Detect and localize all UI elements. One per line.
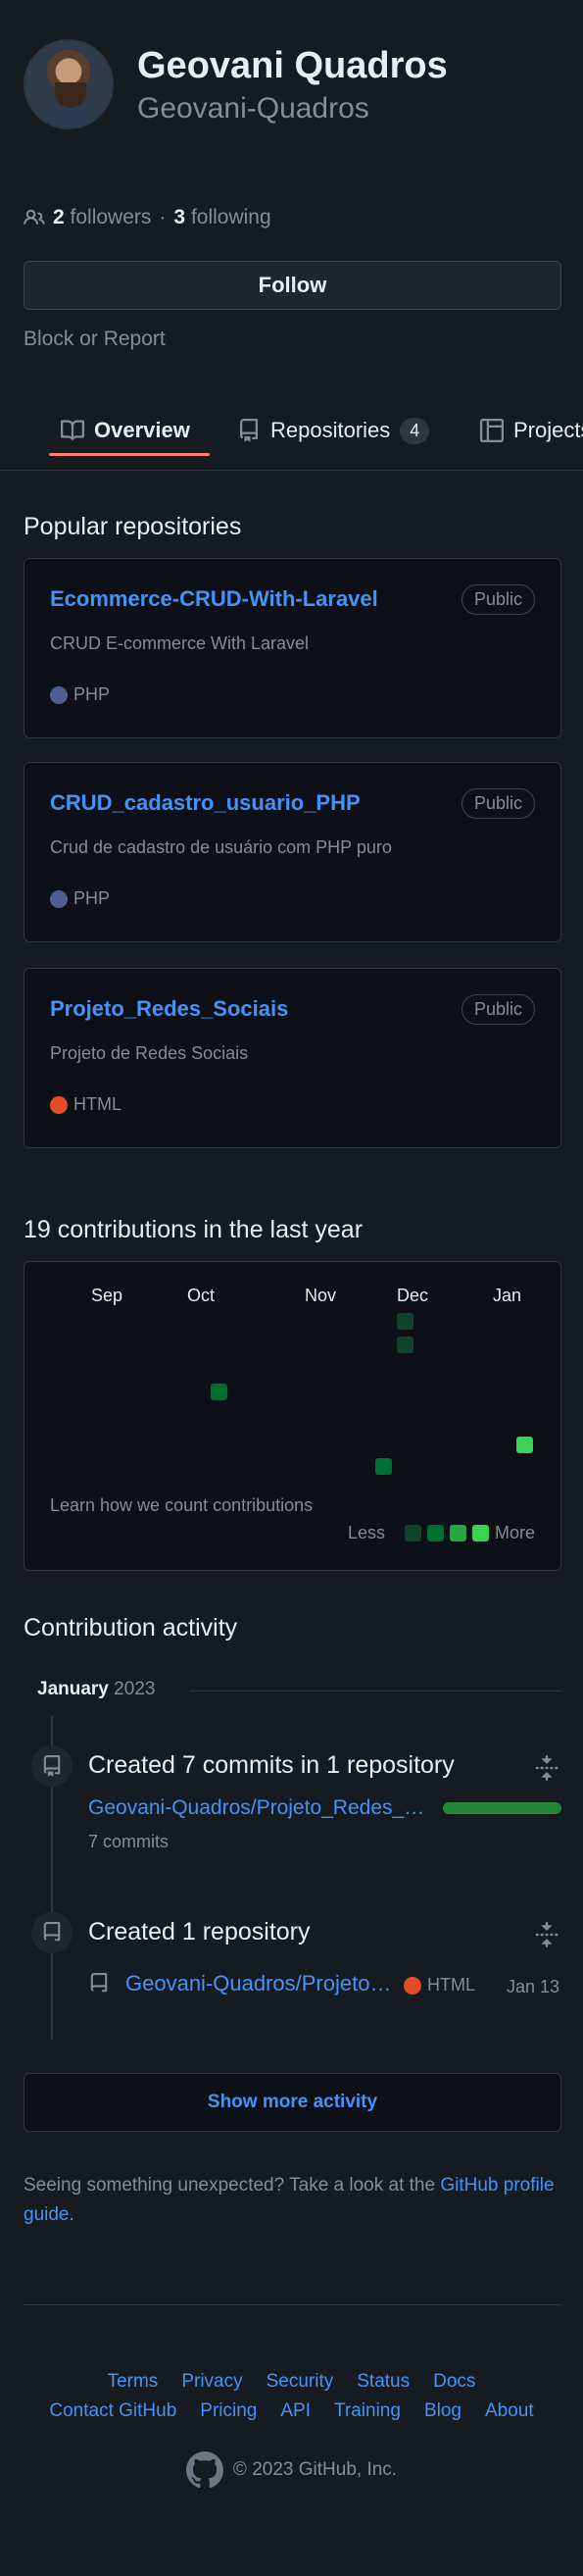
tab-overview-label: Overview	[94, 418, 190, 442]
avatar[interactable]	[24, 39, 114, 129]
learn-contributions-link[interactable]: Learn how we count contributions	[50, 1495, 313, 1516]
footer-copyright: © 2023 GitHub, Inc.	[0, 2451, 583, 2489]
tab-repositories-label: Repositories	[270, 418, 391, 442]
profile-header: Geovani Quadros Geovani-Quadros	[24, 39, 559, 137]
unexpected-notice: Seeing something unexpected? Take a look…	[24, 2175, 555, 2225]
footer-link-security[interactable]: Security	[267, 2371, 334, 2393]
footer-link-blog[interactable]: Blog	[424, 2400, 462, 2422]
commit-icon	[31, 1745, 73, 1787]
fold-icon[interactable]	[534, 1755, 559, 1781]
legend-cell	[426, 1525, 444, 1541]
footer-link-status[interactable]: Status	[357, 2371, 410, 2393]
footer-link-pricing[interactable]: Pricing	[200, 2400, 257, 2422]
visibility-badge: Public	[461, 994, 535, 1025]
legend-cell	[471, 1525, 489, 1541]
visibility-badge: Public	[461, 584, 535, 615]
activity-date: Jan 13	[506, 1977, 559, 1996]
profile-name: Geovani Quadros	[137, 45, 448, 86]
footer-divider	[24, 2304, 561, 2305]
following-link[interactable]: 3 following	[173, 206, 270, 229]
popular-repos-title: Popular repositories	[24, 513, 242, 540]
profile-login: Geovani-Quadros	[137, 92, 369, 125]
footer-link-about[interactable]: About	[485, 2400, 534, 2422]
contribution-day[interactable]	[211, 1384, 227, 1400]
repositories-count: 4	[400, 417, 430, 444]
book-icon	[61, 420, 84, 440]
tab-repositories[interactable]: Repositories 4	[237, 404, 430, 457]
repo-card: Ecommerce-CRUD-With-Laravel Public CRUD …	[24, 558, 561, 738]
language-color-dot	[50, 1095, 68, 1114]
language-color-dot	[50, 889, 68, 908]
language-color-dot	[50, 685, 68, 704]
followers-link[interactable]: 2 followers	[53, 206, 151, 229]
repo-name-link[interactable]: Projeto_Redes_Sociais	[50, 996, 288, 1022]
contribution-day[interactable]	[375, 1458, 392, 1475]
follow-button[interactable]: Follow	[24, 261, 561, 310]
month-label: Nov	[305, 1286, 337, 1305]
contribution-day[interactable]	[516, 1437, 533, 1453]
month-label: Jan	[493, 1286, 522, 1305]
contribution-day[interactable]	[397, 1313, 413, 1330]
show-more-activity-button[interactable]: Show more activity	[24, 2073, 561, 2132]
follow-stats: 2 followers · 3 following	[24, 206, 271, 229]
repo-card: CRUD_cadastro_usuario_PHP Public Crud de…	[24, 762, 561, 942]
footer-link-privacy[interactable]: Privacy	[181, 2371, 242, 2393]
contribution-legend: Less More	[347, 1523, 535, 1542]
block-report-link[interactable]: Block or Report	[24, 328, 166, 351]
repo-icon	[240, 419, 258, 442]
footer-links-row: Contact GitHub Pricing API Training Blog…	[0, 2400, 583, 2422]
repo-card: Projeto_Redes_Sociais Public Projeto de …	[24, 968, 561, 1148]
repo-language: PHP	[50, 684, 110, 705]
repo-icon	[90, 1973, 108, 1993]
activity-repo-link[interactable]: Geovani-Quadros/Projeto_Redes_Sociais	[125, 1971, 402, 1996]
visibility-badge: Public	[461, 788, 535, 819]
footer-links-row: Terms Privacy Security Status Docs	[0, 2371, 583, 2393]
profile-tabs: Overview Repositories 4 Projects	[0, 392, 583, 471]
contributions-title: 19 contributions in the last year	[24, 1216, 364, 1243]
active-tab-indicator	[49, 453, 210, 456]
footer-link-contact[interactable]: Contact GitHub	[49, 2400, 176, 2422]
project-icon	[480, 419, 504, 442]
repo-description: Crud de cadastro de usuário com PHP puro	[50, 837, 392, 857]
repo-language: HTML	[404, 1975, 475, 1995]
profile-page: Geovani Quadros Geovani-Quadros 2 follow…	[0, 0, 583, 2576]
activity-repo-link[interactable]: Geovani-Quadros/Projeto_Redes_Sociais	[88, 1796, 437, 1820]
activity-title-commits: Created 7 commits in 1 repository	[88, 1751, 455, 1779]
tab-overview[interactable]: Overview	[61, 404, 190, 457]
language-color-dot	[404, 1976, 421, 1995]
month-label: Sep	[91, 1286, 123, 1305]
month-label: Dec	[397, 1286, 429, 1305]
repo-description: CRUD E-commerce With Laravel	[50, 633, 310, 653]
fold-icon[interactable]	[534, 1922, 559, 1947]
tab-projects[interactable]: Projects	[480, 404, 583, 457]
activity-title: Contribution activity	[24, 1614, 238, 1642]
repo-language: PHP	[50, 888, 110, 909]
commit-count-link[interactable]: 7 commits	[88, 1832, 169, 1852]
activity-title-repository: Created 1 repository	[88, 1918, 311, 1945]
legend-cell	[404, 1525, 421, 1541]
footer-link-api[interactable]: API	[280, 2400, 311, 2422]
footer-link-terms[interactable]: Terms	[108, 2371, 159, 2393]
footer-link-docs[interactable]: Docs	[433, 2371, 475, 2393]
tab-projects-label: Projects	[513, 418, 583, 442]
repo-name-link[interactable]: Ecommerce-CRUD-With-Laravel	[50, 586, 378, 612]
repo-icon	[31, 1912, 73, 1953]
contribution-day[interactable]	[397, 1337, 413, 1353]
footer-link-training[interactable]: Training	[334, 2400, 401, 2422]
month-label: Oct	[187, 1286, 216, 1305]
repo-name-link[interactable]: CRUD_cadastro_usuario_PHP	[50, 790, 361, 816]
legend-cell	[449, 1525, 466, 1541]
people-icon	[24, 209, 45, 225]
repo-description: Projeto de Redes Sociais	[50, 1043, 249, 1063]
repo-language: HTML	[50, 1094, 121, 1115]
commit-progress-bar	[443, 1802, 561, 1814]
contribution-graph: Sep Oct Nov Dec Jan Learn how we count c…	[24, 1261, 561, 1571]
github-logo-icon[interactable]	[185, 2451, 223, 2489]
activity-month-header: January 2023	[24, 1679, 561, 1704]
